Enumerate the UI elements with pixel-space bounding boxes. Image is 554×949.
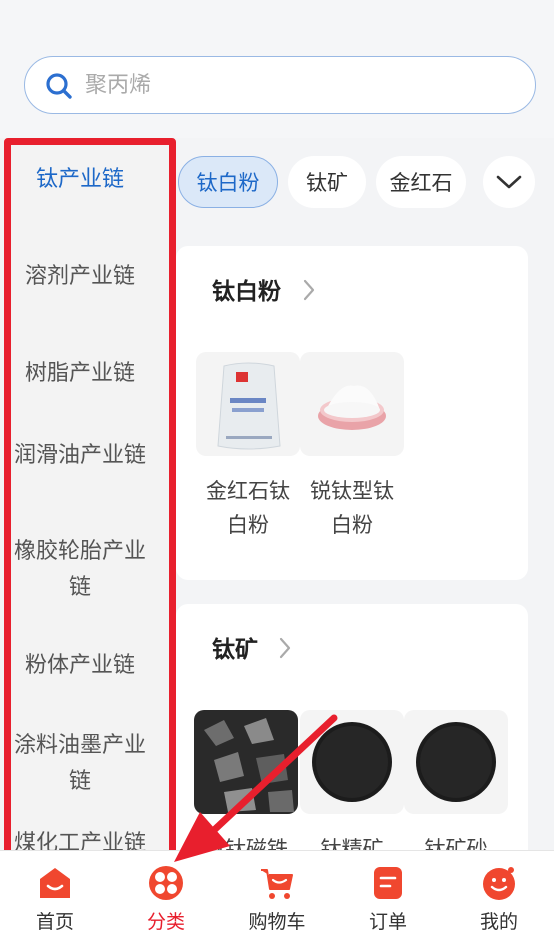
tab-orders[interactable]: 订单: [333, 851, 443, 949]
profile-icon: [483, 867, 515, 900]
product-item[interactable]: 钛精矿: [300, 710, 404, 864]
chevron-down-icon: [496, 175, 522, 189]
tab-label: 购物车: [248, 911, 306, 933]
tab-category[interactable]: 分类: [111, 851, 221, 949]
sidebar-item-lubricant[interactable]: 润滑油产业链: [8, 438, 152, 474]
chip-rutile[interactable]: 金红石: [376, 156, 466, 208]
bottom-tab-bar: 首页 分类 购物车 订单 我的: [0, 850, 554, 949]
search-bar[interactable]: [24, 56, 536, 114]
product-image: [196, 352, 300, 456]
product-item[interactable]: 锐钛型钛白粉: [300, 352, 404, 542]
tab-label: 我的: [479, 911, 518, 933]
chip-titanium-ore[interactable]: 钛矿: [288, 156, 366, 208]
category-sidebar: 钛产业链 溶剂产业链 树脂产业链 润滑油产业链 橡胶轮胎产业链 粉体产业链 涂料…: [0, 138, 170, 850]
sidebar-item-solvent[interactable]: 溶剂产业链: [8, 259, 152, 295]
tab-label: 分类: [146, 911, 185, 933]
product-image: [404, 710, 508, 814]
section-title[interactable]: 钛白粉: [212, 272, 281, 306]
header: [0, 0, 554, 138]
sidebar-item-coating-ink[interactable]: 涂料油墨产业链: [8, 728, 152, 800]
product-name: 锐钛型钛白粉: [310, 479, 394, 537]
chevron-right-icon[interactable]: [302, 278, 316, 302]
tab-cart[interactable]: 购物车: [222, 851, 332, 949]
expand-chips-button[interactable]: [483, 156, 535, 208]
category-icon: [149, 866, 183, 900]
product-item[interactable]: 钒钛磁铁: [194, 710, 298, 864]
product-image: [300, 352, 404, 456]
search-icon: [46, 73, 72, 99]
tab-label: 首页: [35, 911, 74, 933]
sidebar-item-powder[interactable]: 粉体产业链: [8, 648, 152, 684]
product-image: [194, 710, 298, 814]
product-name: 金红石钛白粉: [206, 479, 290, 537]
tab-profile[interactable]: 我的: [444, 851, 554, 949]
chevron-right-icon[interactable]: [278, 636, 292, 660]
order-icon: [374, 867, 402, 899]
tab-home[interactable]: 首页: [0, 851, 110, 949]
subcategory-chips: 钛白粉 钛矿 金红石: [176, 152, 554, 210]
product-image: [300, 710, 404, 814]
sidebar-item-titanium[interactable]: 钛产业链: [8, 162, 152, 198]
search-input[interactable]: [85, 67, 515, 103]
home-icon: [40, 868, 70, 898]
section-card-titanium-ore: 钛矿 钒钛磁铁 钛精矿 钛矿砂: [176, 604, 528, 864]
tab-label: 订单: [368, 911, 407, 933]
sidebar-item-coal-chemical[interactable]: 煤化工产业链: [8, 826, 152, 850]
section-card-titanium-dioxide: 钛白粉 金红石钛白粉 锐钛型钛白粉: [176, 246, 528, 580]
section-title[interactable]: 钛矿: [212, 630, 258, 664]
cart-icon: [261, 869, 293, 899]
product-item[interactable]: 金红石钛白粉: [196, 352, 300, 542]
sidebar-item-rubber-tire[interactable]: 橡胶轮胎产业链: [8, 534, 152, 606]
product-item[interactable]: 钛矿砂: [404, 710, 508, 864]
sidebar-item-resin[interactable]: 树脂产业链: [8, 356, 152, 392]
chip-titanium-dioxide[interactable]: 钛白粉: [178, 156, 278, 208]
